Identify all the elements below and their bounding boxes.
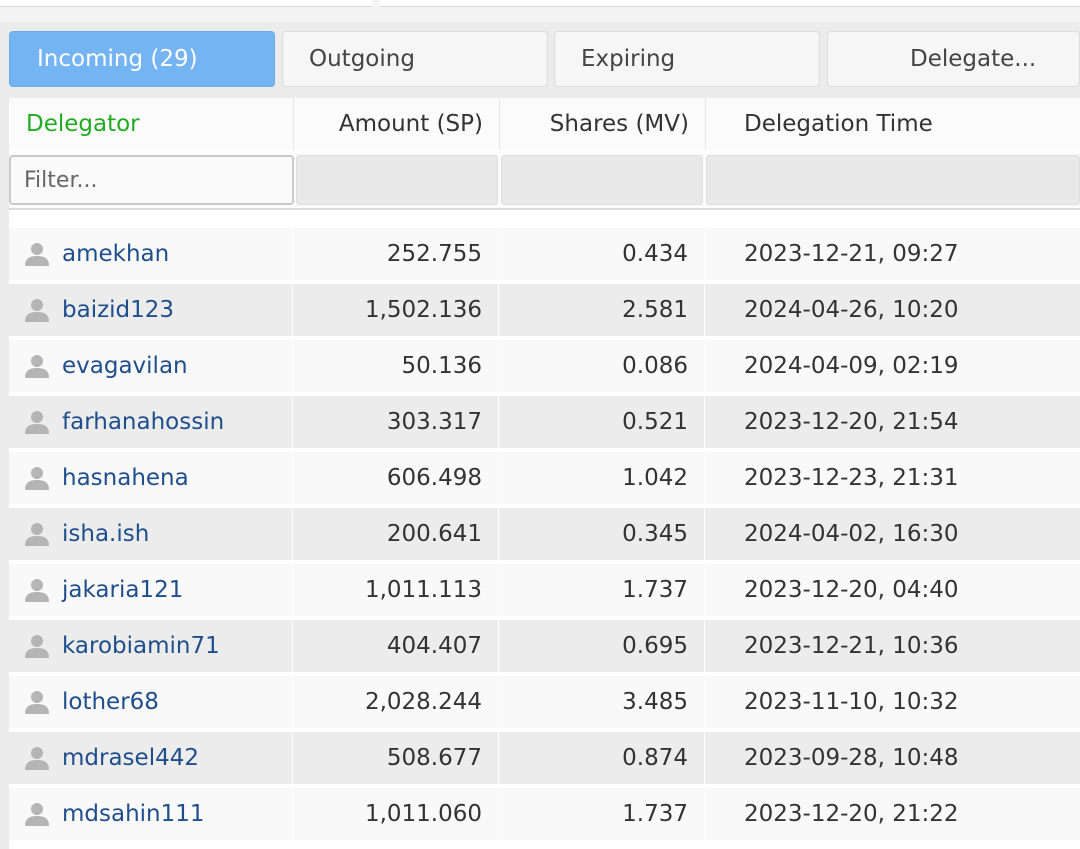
delegation-time-cell: 2023-12-20, 21:22 — [744, 801, 959, 827]
table-row: mdrasel442 508.677 0.874 2023-09-28, 10:… — [9, 732, 1080, 784]
user-icon — [25, 635, 49, 658]
table-row: mdsahin111 1,011.060 1.737 2023-12-20, 2… — [9, 788, 1080, 840]
table-row: lother68 2,028.244 3.485 2023-11-10, 10:… — [9, 676, 1080, 728]
column-header-delegation-time[interactable]: Delegation Time — [706, 98, 1080, 150]
amount-cell: 508.677 — [294, 732, 499, 784]
table-row: isha.ish 200.641 0.345 2024-04-02, 16:30 — [9, 508, 1080, 560]
time-filter-cell — [706, 155, 1080, 205]
delegation-time-cell: 2023-12-20, 21:54 — [744, 409, 959, 435]
delegator-cell: baizid123 — [9, 284, 293, 336]
delegation-time-cell: 2024-04-02, 16:30 — [744, 521, 959, 547]
shares-cell: 0.695 — [500, 620, 705, 672]
user-icon — [25, 243, 49, 266]
shares-filter-cell — [501, 155, 703, 205]
delegations-table: Delegator Amount (SP) Shares (MV) Delega… — [9, 98, 1080, 849]
shares-cell: 1.737 — [500, 788, 705, 840]
top-toolbar — [0, 0, 1080, 22]
amount-cell: 1,011.113 — [294, 564, 499, 616]
tab-expiring[interactable]: Expiring — [554, 31, 820, 87]
shares-cell: 3.485 — [500, 676, 705, 728]
table-header: Delegator Amount (SP) Shares (MV) Delega… — [9, 98, 1080, 150]
delegation-time-cell: 2024-04-26, 10:20 — [744, 297, 959, 323]
delegator-cell: mdsahin111 — [9, 788, 293, 840]
amount-cell: 50.136 — [294, 340, 499, 392]
shares-cell: 0.086 — [500, 340, 705, 392]
toolbar-segment — [380, 0, 1080, 7]
delegation-time-cell: 2023-12-20, 04:40 — [744, 577, 959, 603]
delegator-link[interactable]: mdsahin111 — [62, 788, 205, 840]
user-icon — [25, 579, 49, 602]
delegator-cell: hasnahena — [9, 452, 293, 504]
delegator-link[interactable]: amekhan — [62, 228, 169, 280]
amount-cell: 606.498 — [294, 452, 499, 504]
delegator-cell: evagavilan — [9, 340, 293, 392]
amount-cell: 2,028.244 — [294, 676, 499, 728]
delegator-link[interactable]: baizid123 — [62, 284, 174, 336]
column-header-amount[interactable]: Amount (SP) — [294, 98, 500, 150]
shares-cell: 1.737 — [500, 564, 705, 616]
column-header-shares[interactable]: Shares (MV) — [500, 98, 706, 150]
user-icon — [25, 299, 49, 322]
tab-delegate[interactable]: Delegate... — [827, 31, 1080, 87]
toolbar-segment — [0, 0, 372, 7]
user-icon — [25, 411, 49, 434]
table-row: jakaria121 1,011.113 1.737 2023-12-20, 0… — [9, 564, 1080, 616]
amount-filter-cell — [296, 155, 498, 205]
user-icon — [25, 691, 49, 714]
delegation-time-cell: 2023-09-28, 10:48 — [744, 745, 959, 771]
delegator-link[interactable]: karobiamin71 — [62, 620, 220, 672]
shares-cell: 0.434 — [500, 228, 705, 280]
delegator-filter-input[interactable] — [9, 155, 294, 205]
tab-outgoing[interactable]: Outgoing — [282, 31, 548, 87]
tab-incoming[interactable]: Incoming (29) — [9, 31, 275, 87]
delegator-link[interactable]: mdrasel442 — [62, 732, 199, 784]
delegator-link[interactable]: evagavilan — [62, 340, 188, 392]
column-header-delegator[interactable]: Delegator — [9, 98, 294, 150]
user-icon — [25, 355, 49, 378]
delegator-link[interactable]: jakaria121 — [62, 564, 183, 616]
amount-cell: 303.317 — [294, 396, 499, 448]
delegator-link[interactable]: farhanahossin — [62, 396, 224, 448]
shares-cell: 0.345 — [500, 508, 705, 560]
table-row: evagavilan 50.136 0.086 2024-04-09, 02:1… — [9, 340, 1080, 392]
delegator-cell: isha.ish — [9, 508, 293, 560]
delegator-cell: farhanahossin — [9, 396, 293, 448]
shares-cell: 0.874 — [500, 732, 705, 784]
table-row: amekhan 252.755 0.434 2023-12-21, 09:27 — [9, 228, 1080, 280]
amount-cell: 1,011.060 — [294, 788, 499, 840]
table-row: karobiamin71 404.407 0.695 2023-12-21, 1… — [9, 620, 1080, 672]
delegator-link[interactable]: lother68 — [62, 676, 159, 728]
delegator-cell: karobiamin71 — [9, 620, 293, 672]
delegation-time-cell: 2023-12-21, 10:36 — [744, 633, 959, 659]
delegator-cell: mdrasel442 — [9, 732, 293, 784]
delegation-time-cell: 2023-11-10, 10:32 — [744, 689, 959, 715]
table-row: hasnahena 606.498 1.042 2023-12-23, 21:3… — [9, 452, 1080, 504]
table-row: baizid123 1,502.136 2.581 2024-04-26, 10… — [9, 284, 1080, 336]
delegator-cell: jakaria121 — [9, 564, 293, 616]
user-icon — [25, 523, 49, 546]
filter-row — [9, 152, 1080, 210]
shares-cell: 1.042 — [500, 452, 705, 504]
delegator-cell: amekhan — [9, 228, 293, 280]
amount-cell: 252.755 — [294, 228, 499, 280]
delegation-time-cell: 2024-04-09, 02:19 — [744, 353, 959, 379]
delegator-link[interactable]: hasnahena — [62, 452, 189, 504]
user-icon — [25, 747, 49, 770]
amount-cell: 1,502.136 — [294, 284, 499, 336]
delegator-link[interactable]: isha.ish — [62, 508, 149, 560]
shares-cell: 2.581 — [500, 284, 705, 336]
amount-cell: 200.641 — [294, 508, 499, 560]
table-row: farhanahossin 303.317 0.521 2023-12-20, … — [9, 396, 1080, 448]
amount-cell: 404.407 — [294, 620, 499, 672]
shares-cell: 0.521 — [500, 396, 705, 448]
user-icon — [25, 803, 49, 826]
delegation-tabs: Incoming (29) Outgoing Expiring Delegate… — [9, 31, 1080, 87]
user-icon — [25, 467, 49, 490]
delegation-time-cell: 2023-12-21, 09:27 — [744, 241, 959, 267]
delegation-time-cell: 2023-12-23, 21:31 — [744, 465, 959, 491]
delegator-cell: lother68 — [9, 676, 293, 728]
